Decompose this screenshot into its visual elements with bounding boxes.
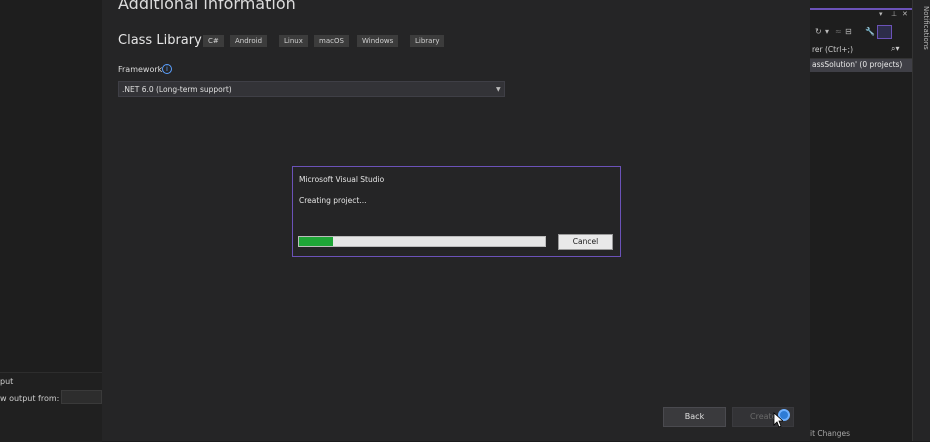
cancel-button[interactable]: Cancel <box>558 234 613 250</box>
dropdown-icon[interactable]: ▾ <box>879 10 884 18</box>
tag-macos: macOS <box>314 35 349 47</box>
solution-item-label: assSolution' (0 projects) <box>812 60 903 69</box>
output-source-select[interactable] <box>61 390 102 404</box>
output-panel-title: put <box>0 377 14 386</box>
preview-toggle-icon[interactable] <box>877 25 892 39</box>
tab-git-changes[interactable]: it Changes <box>810 429 850 438</box>
sync-icon[interactable]: ≈ <box>835 27 842 36</box>
tag-windows: Windows <box>357 35 399 47</box>
progress-bar-fill <box>299 237 334 246</box>
pin-icon[interactable]: ⊥ <box>891 10 898 18</box>
info-icon[interactable]: i <box>162 64 172 74</box>
notifications-strip <box>912 0 930 441</box>
back-button[interactable]: Back <box>663 407 726 427</box>
tag-android: Android <box>230 35 268 47</box>
history-icon[interactable]: ↻ <box>815 27 822 36</box>
tag-library: Library <box>410 35 445 47</box>
framework-label: Framework <box>118 65 163 74</box>
collapse-icon[interactable]: ⊟ <box>845 27 852 36</box>
output-panel <box>0 372 102 442</box>
search-icon[interactable]: ⌕▾ <box>891 44 900 54</box>
chevron-down-icon: ▼ <box>496 86 501 93</box>
progress-message: Creating project... <box>299 196 367 205</box>
tag-linux: Linux <box>279 35 308 47</box>
show-output-from-label: w output from: <box>0 394 60 403</box>
dropdown-icon[interactable]: ▾ <box>825 27 829 36</box>
wrench-icon[interactable]: 🔧 <box>865 27 875 36</box>
project-type-name: Class Library <box>118 33 202 48</box>
progress-dialog-title: Microsoft Visual Studio <box>299 175 385 184</box>
page-title: Additional information <box>118 0 296 13</box>
framework-selected-value: .NET 6.0 (Long-term support) <box>122 85 232 94</box>
search-placeholder: rer (Ctrl+;) <box>812 45 854 54</box>
progress-bar <box>298 236 546 247</box>
close-icon[interactable]: ✕ <box>902 10 909 18</box>
tag-csharp: C# <box>203 35 224 47</box>
mouse-cursor-icon <box>773 412 783 428</box>
tab-notifications[interactable]: Notifications <box>912 6 930 50</box>
